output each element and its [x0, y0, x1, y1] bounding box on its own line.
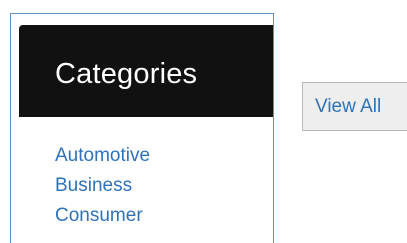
view-all-button[interactable]: View All	[302, 82, 407, 131]
category-link-automotive[interactable]: Automotive	[55, 141, 150, 171]
page: Categories Automotive Business Consumer …	[0, 0, 407, 243]
category-list: Automotive Business Consumer	[55, 141, 150, 231]
list-item: Automotive	[55, 141, 150, 171]
category-link-consumer[interactable]: Consumer	[55, 201, 150, 231]
list-item: Consumer	[55, 201, 150, 231]
list-item: Business	[55, 171, 150, 201]
category-link-business[interactable]: Business	[55, 171, 150, 201]
categories-title: Categories	[55, 58, 198, 90]
categories-panel: Categories Automotive Business Consumer	[10, 13, 274, 243]
categories-header: Categories	[19, 25, 273, 117]
